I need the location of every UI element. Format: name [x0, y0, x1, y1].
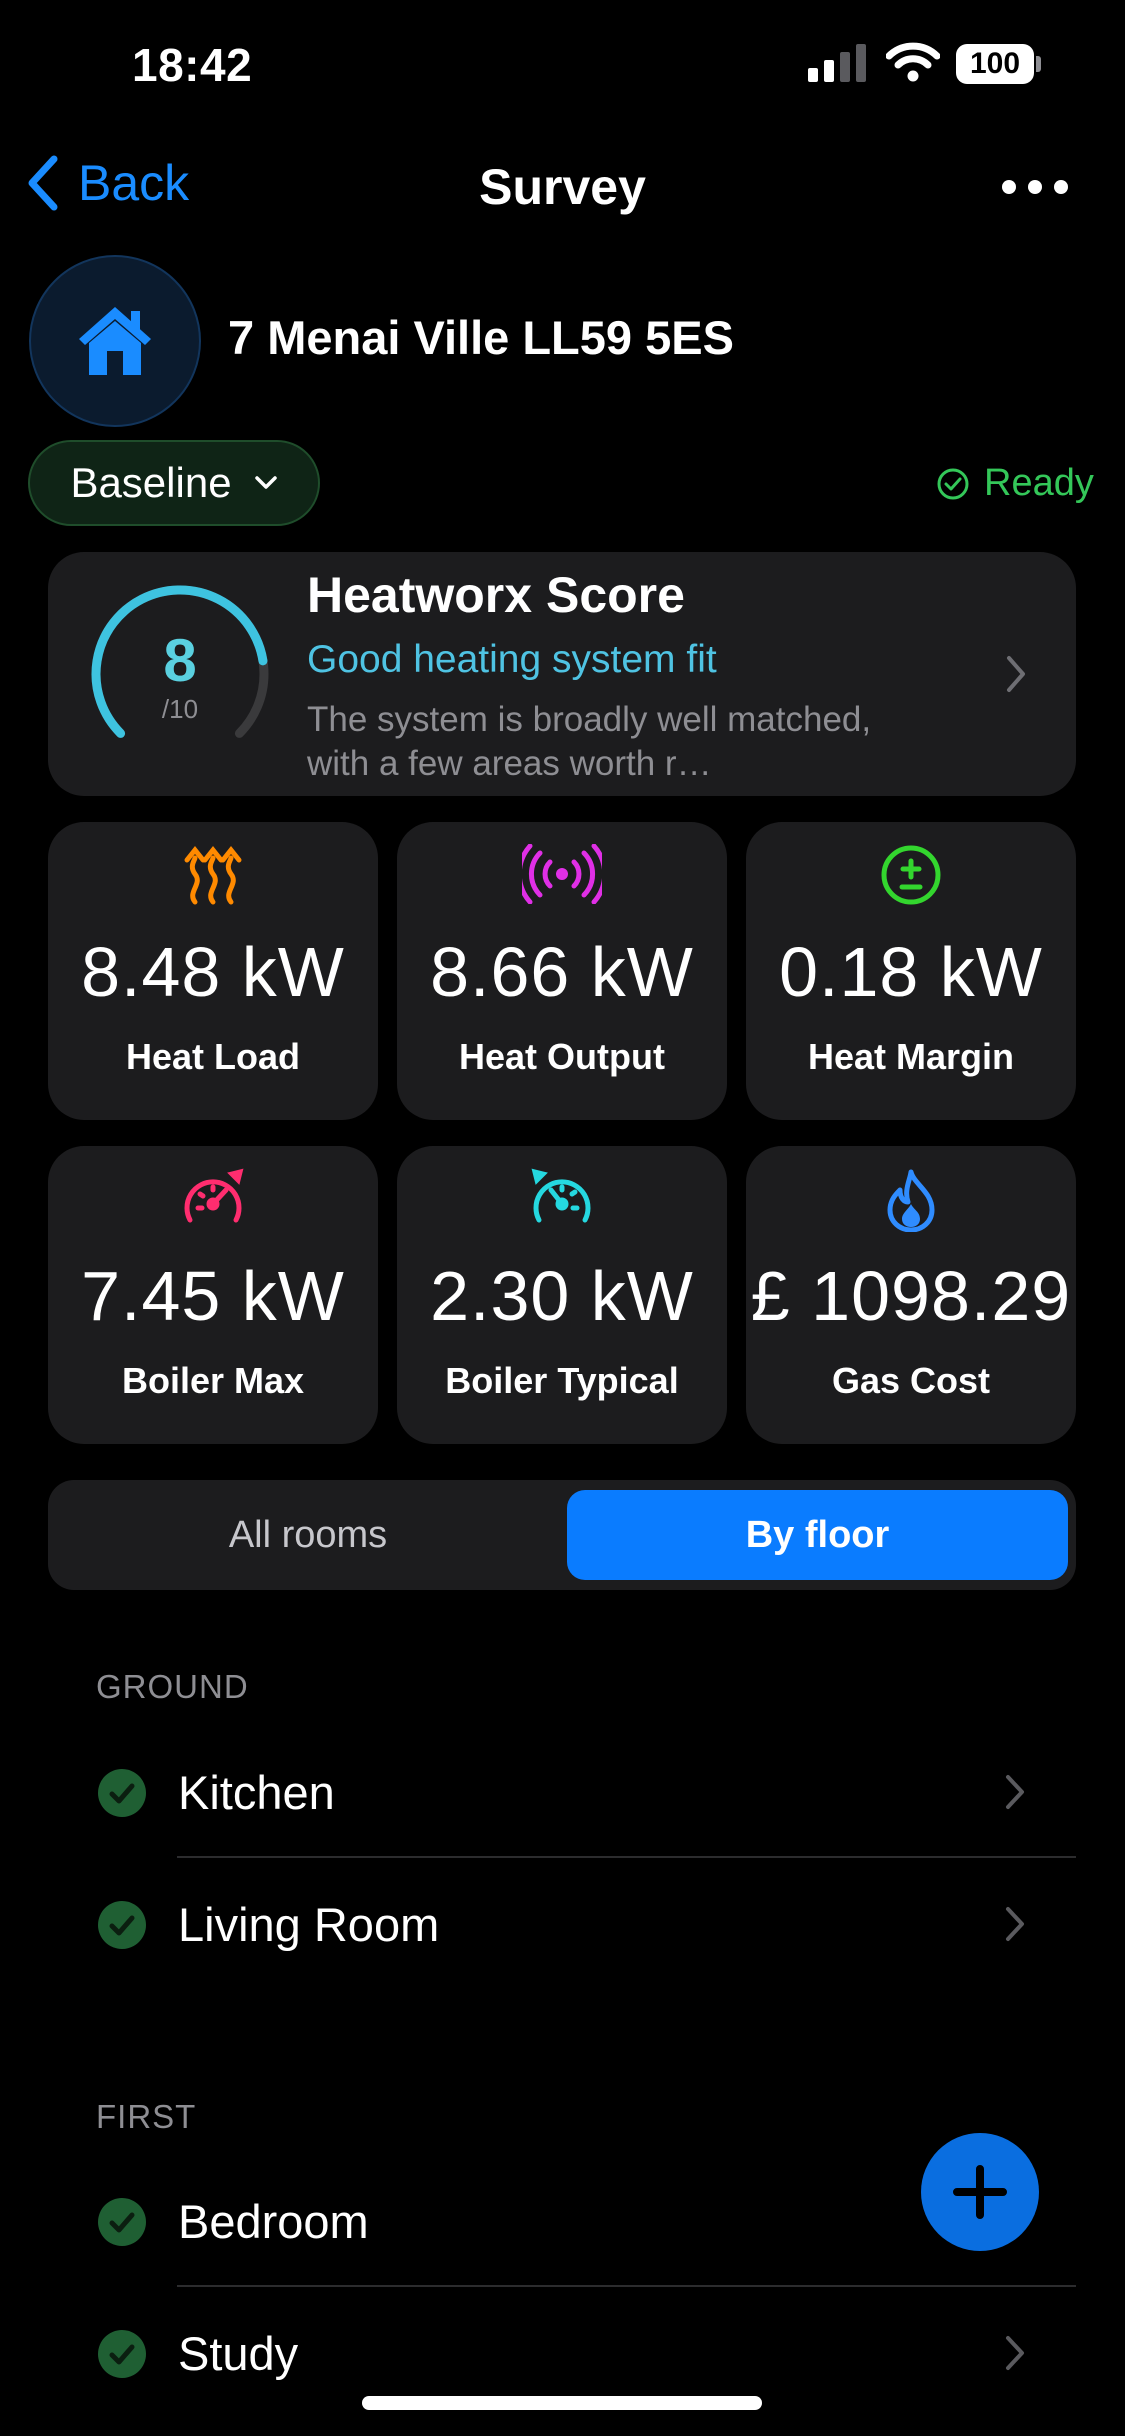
more-options-button[interactable] [1002, 180, 1068, 194]
check-circle-icon [98, 1901, 146, 1949]
metric-label: Boiler Max [121, 1360, 305, 1401]
gauge-max-icon [184, 1168, 244, 1223]
metric-boiler-typical[interactable]: 2.30 kW Boiler Typical [397, 1146, 727, 1444]
metric-value: 0.18 kW [779, 933, 1043, 1011]
metric-heat-load[interactable]: 8.48 kW Heat Load [48, 822, 378, 1120]
status-time: 18:42 [132, 39, 253, 91]
plus-icon [953, 2165, 1007, 2219]
property-address: 7 Menai Ville LL59 5ES [228, 311, 734, 364]
status-badge: Ready [936, 462, 1094, 505]
battery-nub [1036, 56, 1041, 72]
house-icon [79, 307, 151, 375]
tab-all-rooms[interactable]: All rooms [48, 1480, 568, 1590]
gauge-typical-icon [531, 1168, 591, 1223]
scenario-label: Baseline [70, 459, 232, 506]
metric-gas-cost[interactable]: £ 1098.29 Gas Cost [746, 1146, 1076, 1444]
score-description: The system is broadly well matched, with… [307, 700, 872, 783]
chevron-right-icon [1007, 656, 1025, 692]
metric-value: 7.45 kW [81, 1257, 345, 1335]
section-header-first: FIRST [96, 2098, 197, 2135]
page-title: Survey [479, 159, 646, 215]
chevron-right-icon [1006, 2336, 1024, 2370]
metric-value: 8.66 kW [430, 933, 694, 1011]
metric-heat-output[interactable]: 8.66 kW Heat Output [397, 822, 727, 1120]
home-indicator[interactable] [362, 2396, 762, 2410]
metric-label: Heat Margin [807, 1036, 1015, 1077]
divider [177, 1856, 1076, 1858]
metric-value: 2.30 kW [430, 1257, 694, 1335]
list-item-living-room[interactable]: Living Room [48, 1859, 1076, 1989]
room-name: Bedroom [178, 2195, 369, 2248]
score-title: Heatworx Score [307, 567, 685, 623]
check-circle-icon [937, 468, 969, 499]
metric-label: Gas Cost [831, 1360, 991, 1401]
property-avatar [29, 255, 201, 427]
metric-label: Heat Output [459, 1036, 665, 1077]
chevron-right-icon [1006, 1775, 1024, 1809]
score-max: /10 [161, 694, 199, 724]
check-circle-icon [98, 2198, 146, 2246]
room-name: Living Room [178, 1898, 440, 1951]
score-subtitle: Good heating system fit [307, 638, 717, 681]
battery-indicator: 100 [956, 44, 1034, 84]
list-item-bedroom[interactable]: Bedroom [48, 2156, 1076, 2286]
ellipsis-icon [1002, 180, 1016, 194]
add-room-button[interactable] [921, 2133, 1039, 2251]
wifi-icon [886, 42, 940, 82]
status-label: Ready [984, 462, 1094, 504]
list-item-kitchen[interactable]: Kitchen [48, 1727, 1076, 1857]
section-header-ground: GROUND [96, 1668, 249, 1705]
heat-waves-icon [184, 845, 242, 905]
metric-value: 8.48 kW [81, 933, 345, 1011]
check-circle-icon [98, 2330, 146, 2378]
chevron-down-icon [254, 476, 277, 489]
metric-label: Boiler Typical [445, 1360, 679, 1401]
tab-by-floor[interactable]: By floor [567, 1490, 1068, 1580]
chevron-right-icon [1006, 1907, 1024, 1941]
metric-label: Heat Load [125, 1036, 301, 1077]
room-name: Kitchen [178, 1766, 335, 1819]
cellular-signal-icon [808, 44, 866, 82]
scenario-dropdown[interactable]: Baseline [28, 440, 320, 526]
room-name: Study [178, 2327, 299, 2380]
metric-heat-margin[interactable]: 0.18 kW Heat Margin [746, 822, 1076, 1120]
flame-icon [887, 1169, 935, 1232]
check-circle-icon [98, 1769, 146, 1817]
metric-boiler-max[interactable]: 7.45 kW Boiler Max [48, 1146, 378, 1444]
plus-minus-icon [881, 845, 941, 905]
metric-value: £ 1098.29 [750, 1257, 1072, 1335]
divider [177, 2285, 1076, 2287]
score-value: 8 [163, 627, 197, 694]
broadcast-icon [522, 844, 602, 904]
